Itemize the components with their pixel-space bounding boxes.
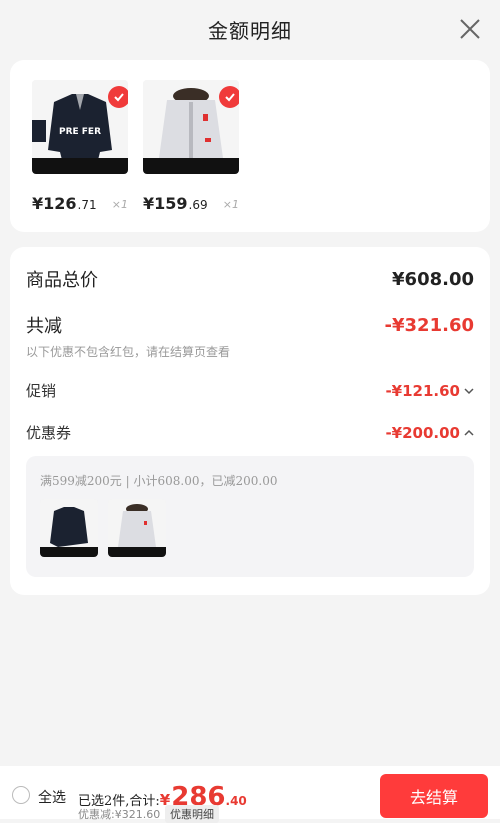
saved-amount: 优惠减:¥321.60 bbox=[78, 808, 161, 821]
coupon-label: 优惠券 bbox=[26, 424, 72, 442]
discount-note: 以下优惠不包含红包，请在结算页查看 bbox=[26, 345, 231, 359]
coupon-row[interactable]: 优惠券 -¥200.00 bbox=[26, 422, 474, 443]
product-image-parka bbox=[143, 80, 239, 174]
product-item[interactable]: PRE FER ¥126.71 ×1 bbox=[32, 80, 128, 213]
coupon-product-thumb bbox=[108, 499, 166, 557]
promo-label: 促销 bbox=[26, 382, 57, 400]
coupon-value-wrap: -¥200.00 bbox=[385, 424, 474, 442]
coupon-product-thumb bbox=[40, 499, 98, 557]
price-integer: ¥126 bbox=[32, 194, 77, 213]
chevron-down-icon[interactable] bbox=[464, 386, 474, 396]
coupon-description: 满599减200元 | 小计608.00，已减200.00 bbox=[40, 474, 278, 488]
price-detail-card: 商品总价 ¥608.00 共减 -¥321.60 以下优惠不包含红包，请在结算页… bbox=[10, 247, 490, 595]
price-decimal: .71 bbox=[77, 198, 97, 212]
discount-detail-button[interactable]: 优惠明细 bbox=[165, 805, 219, 823]
bottom-checkout-bar: 全选 已选2件,合计: ¥ 286 .40 优惠减:¥321.60 优惠明细 去… bbox=[0, 766, 500, 823]
discount-label: 共减 bbox=[26, 316, 62, 337]
total-row: 商品总价 ¥608.00 bbox=[26, 266, 474, 292]
checkout-button[interactable]: 去结算 bbox=[380, 774, 488, 818]
product-quantity: ×1 bbox=[222, 198, 239, 211]
selected-products-card: PRE FER ¥126.71 ×1 ¥159 .69 ×1 bbox=[10, 60, 490, 232]
total-decimal: .40 bbox=[225, 794, 247, 808]
promo-value-wrap: -¥121.60 bbox=[385, 382, 474, 400]
total-value: ¥608.00 bbox=[392, 268, 474, 290]
discount-value: -¥321.60 bbox=[384, 314, 474, 336]
page-title: 金额明细 bbox=[208, 18, 292, 43]
total-label: 商品总价 bbox=[26, 270, 98, 291]
product-image-jacket: PRE FER bbox=[32, 80, 128, 174]
promo-value: -¥121.60 bbox=[385, 381, 460, 400]
close-icon[interactable] bbox=[458, 17, 482, 41]
coupon-detail-box: 满599减200元 | 小计608.00，已减200.00 bbox=[26, 456, 474, 577]
select-all-radio[interactable] bbox=[12, 786, 30, 804]
price-integer: ¥159 bbox=[143, 194, 188, 213]
coupon-value: -¥200.00 bbox=[385, 423, 460, 442]
check-icon[interactable] bbox=[108, 86, 128, 108]
product-item[interactable]: ¥159.69 ×1 bbox=[143, 80, 239, 213]
svg-text:PRE FER: PRE FER bbox=[59, 127, 101, 137]
select-all-label[interactable]: 全选 bbox=[38, 787, 66, 807]
discount-row: 共减 -¥321.60 bbox=[26, 312, 474, 338]
check-icon[interactable] bbox=[219, 86, 239, 108]
chevron-up-icon[interactable] bbox=[464, 428, 474, 438]
price-decimal: .69 bbox=[188, 198, 208, 212]
product-quantity: ×1 bbox=[111, 198, 128, 211]
promo-row[interactable]: 促销 -¥121.60 bbox=[26, 380, 474, 401]
header: 金额明细 bbox=[0, 0, 500, 58]
